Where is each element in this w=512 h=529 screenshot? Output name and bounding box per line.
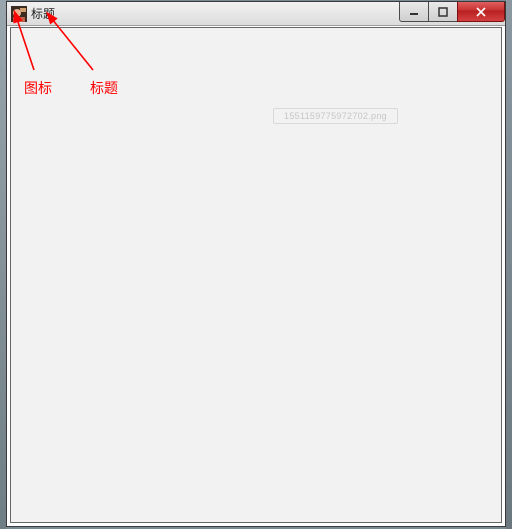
window-title: 标题 bbox=[31, 5, 55, 22]
client-area: 1551159775972702.png bbox=[10, 27, 502, 523]
app-window: 标题 1551159775972702.png bbox=[6, 1, 506, 527]
watermark-text: 1551159775972702.png bbox=[273, 108, 398, 124]
desktop-right-strip bbox=[506, 0, 512, 529]
annotation-title-label: 标题 bbox=[90, 78, 118, 98]
maximize-button[interactable] bbox=[428, 2, 458, 22]
window-controls bbox=[400, 2, 505, 22]
close-button[interactable] bbox=[457, 2, 505, 22]
titlebar[interactable]: 标题 bbox=[7, 2, 505, 26]
minimize-button[interactable] bbox=[399, 2, 429, 22]
app-icon bbox=[11, 6, 27, 22]
annotation-icon-label: 图标 bbox=[24, 78, 52, 98]
